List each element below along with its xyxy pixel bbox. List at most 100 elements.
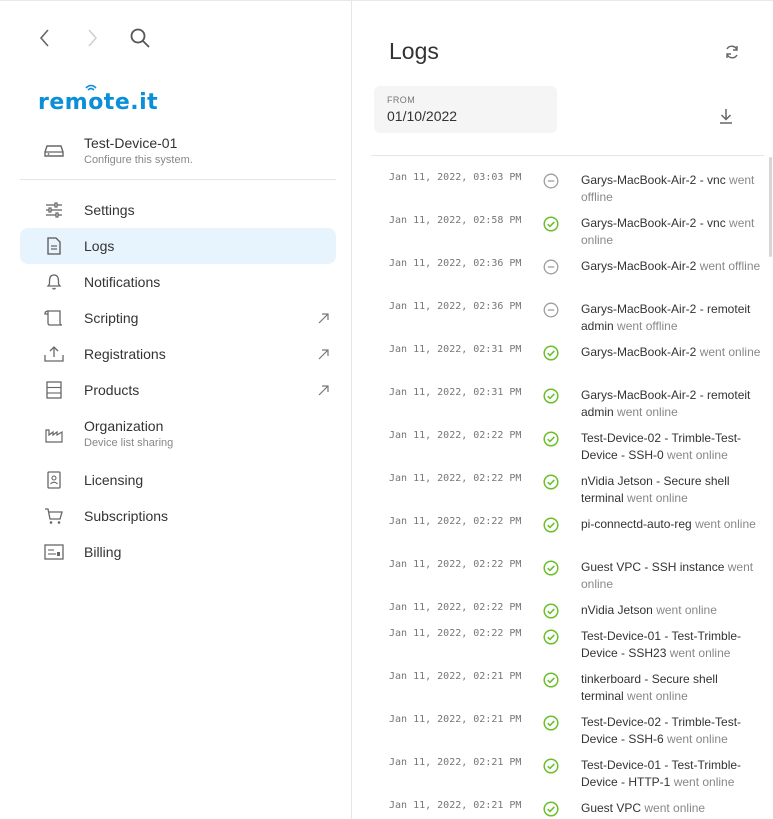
online-check-icon [542, 387, 559, 404]
sidebar-item-logs[interactable]: Logs [20, 228, 336, 264]
log-message: Test-Device-02 - Trimble-Test-Device - S… [581, 430, 761, 464]
sidebar-item-notifications[interactable]: Notifications [20, 264, 336, 300]
online-check-icon [542, 430, 559, 447]
log-message: Garys-MacBook-Air-2 went online [581, 344, 761, 361]
offline-minus-icon [542, 301, 559, 318]
log-event: went online [617, 405, 678, 419]
log-row: Jan 11, 2022, 02:31 PM Garys-MacBook-Air-… [352, 387, 773, 430]
hard-drive-icon [44, 144, 64, 163]
sidebar-item-licensing[interactable]: Licensing [20, 462, 336, 498]
sidebar-item-products[interactable]: Products [20, 372, 336, 408]
forward-button[interactable] [80, 26, 104, 50]
chevron-right-icon [88, 29, 98, 47]
log-timestamp: Jan 11, 2022, 02:22 PM [389, 628, 522, 639]
online-check-icon [542, 628, 559, 645]
log-timestamp: Jan 11, 2022, 02:58 PM [389, 215, 522, 226]
invoice-icon [44, 542, 64, 562]
log-message: tinkerboard - Secure shell terminal went… [581, 671, 761, 705]
log-row: Jan 11, 2022, 02:21 PM tinkerboard - Secu… [352, 671, 773, 714]
log-row: Jan 11, 2022, 02:58 PM Garys-MacBook-Air-… [352, 215, 773, 258]
online-check-icon [542, 516, 559, 533]
log-device-name: Guest VPC - SSH instance [581, 560, 725, 574]
sidebar-item-subscriptions[interactable]: Subscriptions [20, 498, 336, 534]
log-row: Jan 11, 2022, 02:21 PM Test-Device-01 - T… [352, 757, 773, 800]
server-icon [44, 380, 64, 400]
refresh-icon [726, 45, 738, 59]
log-row: Jan 11, 2022, 02:21 PM Guest VPC went onl… [352, 800, 773, 819]
cart-icon [44, 506, 64, 526]
log-device-name: Garys-MacBook-Air-2 - vnc [581, 216, 726, 230]
sidebar-item-settings[interactable]: Settings [20, 192, 336, 228]
log-list: Jan 11, 2022, 03:03 PM Garys-MacBook-Air-… [352, 172, 773, 819]
sidebar-item-label: Scripting [84, 310, 139, 326]
device-header[interactable]: Test-Device-01 Configure this system. [20, 128, 336, 180]
external-link-icon [316, 347, 330, 361]
log-row: Jan 11, 2022, 02:36 PM Garys-MacBook-Air-… [352, 258, 773, 301]
log-event: went online [656, 603, 717, 617]
online-check-icon [542, 671, 559, 688]
log-message: Guest VPC went online [581, 800, 761, 817]
remoteit-logo: remote.it [38, 80, 158, 115]
sidebar-item-label: Registrations [84, 346, 166, 362]
device-subtitle: Configure this system. [84, 154, 193, 166]
log-event: went online [627, 491, 688, 505]
log-message: Guest VPC - SSH instance went online [581, 559, 761, 593]
log-message: Garys-MacBook-Air-2 - remoteit admin wen… [581, 301, 761, 335]
online-check-icon [542, 800, 559, 817]
log-row: Jan 11, 2022, 02:22 PM Test-Device-02 - T… [352, 430, 773, 473]
online-check-icon [542, 344, 559, 361]
log-timestamp: Jan 11, 2022, 02:21 PM [389, 671, 522, 682]
log-row: Jan 11, 2022, 02:36 PM Garys-MacBook-Air-… [352, 301, 773, 344]
log-device-name: Guest VPC [581, 801, 642, 815]
search-button[interactable] [128, 26, 152, 50]
log-timestamp: Jan 11, 2022, 02:21 PM [389, 800, 522, 811]
log-message: nVidia Jetson went online [581, 602, 761, 619]
sliders-icon [44, 200, 64, 220]
download-button[interactable] [716, 106, 736, 126]
download-icon [720, 109, 732, 124]
log-device-name: pi-connectd-auto-reg [581, 517, 692, 531]
back-button[interactable] [33, 26, 57, 50]
log-timestamp: Jan 11, 2022, 02:21 PM [389, 757, 522, 768]
device-name: Test-Device-01 [84, 135, 178, 151]
log-row: Jan 11, 2022, 02:22 PM nVidia Jetson went… [352, 602, 773, 628]
id-badge-icon [44, 470, 64, 490]
logs-panel: Logs FROM 01/10/2022 Jan 11, 2022, 03:03… [352, 0, 773, 819]
log-timestamp: Jan 11, 2022, 02:31 PM [389, 387, 522, 398]
log-timestamp: Jan 11, 2022, 02:22 PM [389, 602, 522, 613]
document-icon [44, 236, 64, 256]
upload-tray-icon [44, 344, 64, 364]
online-check-icon [542, 714, 559, 731]
online-check-icon [542, 602, 559, 619]
sidebar-item-scripting[interactable]: Scripting [20, 300, 336, 336]
log-event: went online [644, 801, 706, 815]
sidebar-item-label: Licensing [84, 472, 144, 488]
logo-text: remote.it [38, 90, 158, 114]
online-check-icon [542, 215, 559, 232]
log-row: Jan 11, 2022, 02:22 PM Guest VPC - SSH in… [352, 559, 773, 602]
sidebar-item-registrations[interactable]: Registrations [20, 336, 336, 372]
log-row: Jan 11, 2022, 02:22 PM Test-Device-01 - T… [352, 628, 773, 671]
log-row: Jan 11, 2022, 02:22 PM nVidia Jetson - Se… [352, 473, 773, 516]
log-message: Test-Device-02 - Trimble-Test-Device - S… [581, 714, 761, 748]
from-date-value: 01/10/2022 [387, 108, 458, 124]
industry-icon [44, 425, 64, 445]
online-check-icon [542, 473, 559, 490]
log-device-name: Garys-MacBook-Air-2 [581, 345, 697, 359]
log-row: Jan 11, 2022, 03:03 PM Garys-MacBook-Air-… [352, 172, 773, 215]
online-check-icon [542, 757, 559, 774]
sidebar-item-organization[interactable]: Organization Device list sharing [20, 408, 336, 462]
log-event: went online [673, 775, 735, 789]
offline-minus-icon [542, 172, 559, 189]
log-timestamp: Jan 11, 2022, 02:22 PM [389, 430, 522, 441]
refresh-button[interactable] [722, 42, 742, 62]
sidebar-item-billing[interactable]: Billing [20, 534, 336, 570]
log-event: went online [699, 345, 761, 359]
sidebar-item-label: Organization [84, 418, 164, 434]
log-message: Test-Device-01 - Test-Trimble-Device - H… [581, 757, 761, 791]
log-event: went online [667, 448, 728, 462]
page-title: Logs [389, 38, 439, 64]
log-row: Jan 11, 2022, 02:22 PM pi-connectd-auto-r… [352, 516, 773, 559]
log-device-name: Garys-MacBook-Air-2 [581, 259, 697, 273]
from-date-field[interactable]: FROM 01/10/2022 [374, 86, 557, 133]
